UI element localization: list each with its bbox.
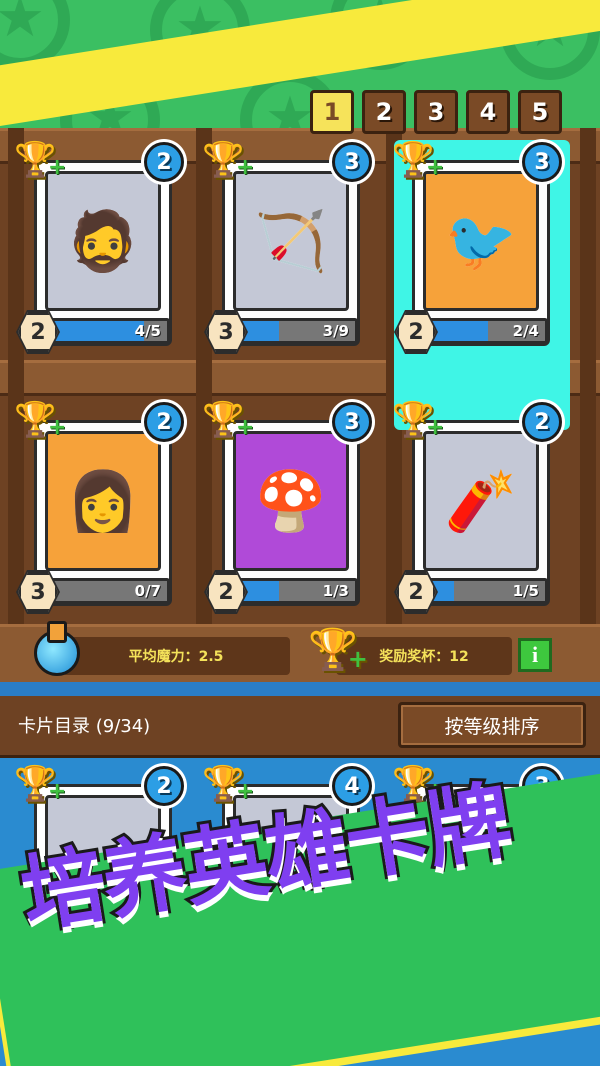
trophy-plus-icon: 🏆 + [392,400,445,440]
page-tab-5[interactable]: 5 [518,90,562,134]
mana-cost-badge: 2 [144,766,184,806]
trophy-plus-icon: 🏆 + [392,140,445,180]
mana-cost-badge: 3 [332,402,372,442]
dynamite-portrait: 🧨 [444,467,518,535]
hero-card-archer[interactable]: 🏹 🏆 + 3 3/9 3 [202,140,372,354]
catalog-header: 卡片目录 (9/34) 按等级排序 [0,696,600,758]
plague-doctor-portrait: 🐦 [444,207,518,275]
reward-trophy-label: 奖励奖杯：12 [379,649,469,665]
card-portrait-area: 🧔 [45,171,161,311]
mana-cost-badge: 2 [144,402,184,442]
trophy-plus-icon: 🏆 + [14,764,67,804]
deck-stats-bar: 平均魔力：2.5 奖励奖杯：12 [0,624,600,682]
mana-cost-badge: 2 [144,142,184,182]
avg-mana-box: 平均魔力：2.5 [62,637,290,675]
hero-card-cave-woman[interactable]: 👩 🏆 + 2 0/7 3 [14,400,184,614]
progress-text: 1/3 [322,582,349,600]
card-portrait-area: 🧨 [423,431,539,571]
card-portrait-area: 🍄 [233,431,349,571]
cave-woman-portrait: 👩 [66,467,140,535]
trophy-plus-icon: 🏆 + [14,400,67,440]
card-portrait-area: 🏹 [233,171,349,311]
progress-fill [53,321,145,341]
hero-card-knight[interactable]: 🧔 🏆 + 2 4/5 2 [14,140,184,354]
progress-text: 1/5 [512,582,539,600]
mana-cost-badge: 3 [332,142,372,182]
progress-text: 0/7 [134,582,161,600]
divider [0,682,600,696]
hero-card-dynamite[interactable]: 🧨 🏆 + 2 1/5 2 [392,400,562,614]
page-tab-3[interactable]: 3 [414,90,458,134]
avg-mana-label: 平均魔力：2.5 [128,649,224,665]
trophy-plus-icon: 🏆 + [202,140,255,180]
mana-cost-badge: 2 [522,402,562,442]
card-progress-bar: 1/3 [238,578,358,604]
card-portrait-area: 👩 [45,431,161,571]
progress-fill [431,321,488,341]
mana-potion-icon [34,621,80,676]
progress-text: 4/5 [134,322,161,340]
page-tab-1[interactable]: 1 [310,90,354,134]
trophy-plus-icon: 🏆 + [202,400,255,440]
trophy-plus-icon: 🏆 + [14,140,67,180]
info-button[interactable]: i [518,638,552,672]
archer-portrait: 🏹 [254,207,328,275]
card-progress-bar: 0/7 [50,578,170,604]
sort-by-level-button[interactable]: 按等级排序 [398,702,586,748]
card-progress-bar: 3/9 [238,318,358,344]
deck-page-tabs: 1 2 3 4 5 [310,90,562,134]
info-icon: i [531,642,539,667]
catalog-title: 卡片目录 (9/34) [18,716,151,737]
hero-card-plague-doctor[interactable]: 🐦 🏆 + 3 2/4 2 [392,140,570,430]
trophy-plus-icon: 🏆 + [308,627,368,673]
card-progress-bar: 2/4 [428,318,548,344]
hero-card-mushroom[interactable]: 🍄 🏆 + 3 1/3 2 [202,400,372,614]
card-portrait-area: 🐦 [423,171,539,311]
wood-post [580,128,596,688]
page-tab-2[interactable]: 2 [362,90,406,134]
card-progress-bar: 4/5 [50,318,170,344]
progress-text: 3/9 [322,322,349,340]
progress-text: 2/4 [512,322,539,340]
page-tab-4[interactable]: 4 [466,90,510,134]
card-progress-bar: 1/5 [428,578,548,604]
viking-warrior-portrait: 🧔 [66,207,140,275]
mushroom-creature-portrait: 🍄 [254,467,328,535]
mana-cost-badge: 3 [522,142,562,182]
